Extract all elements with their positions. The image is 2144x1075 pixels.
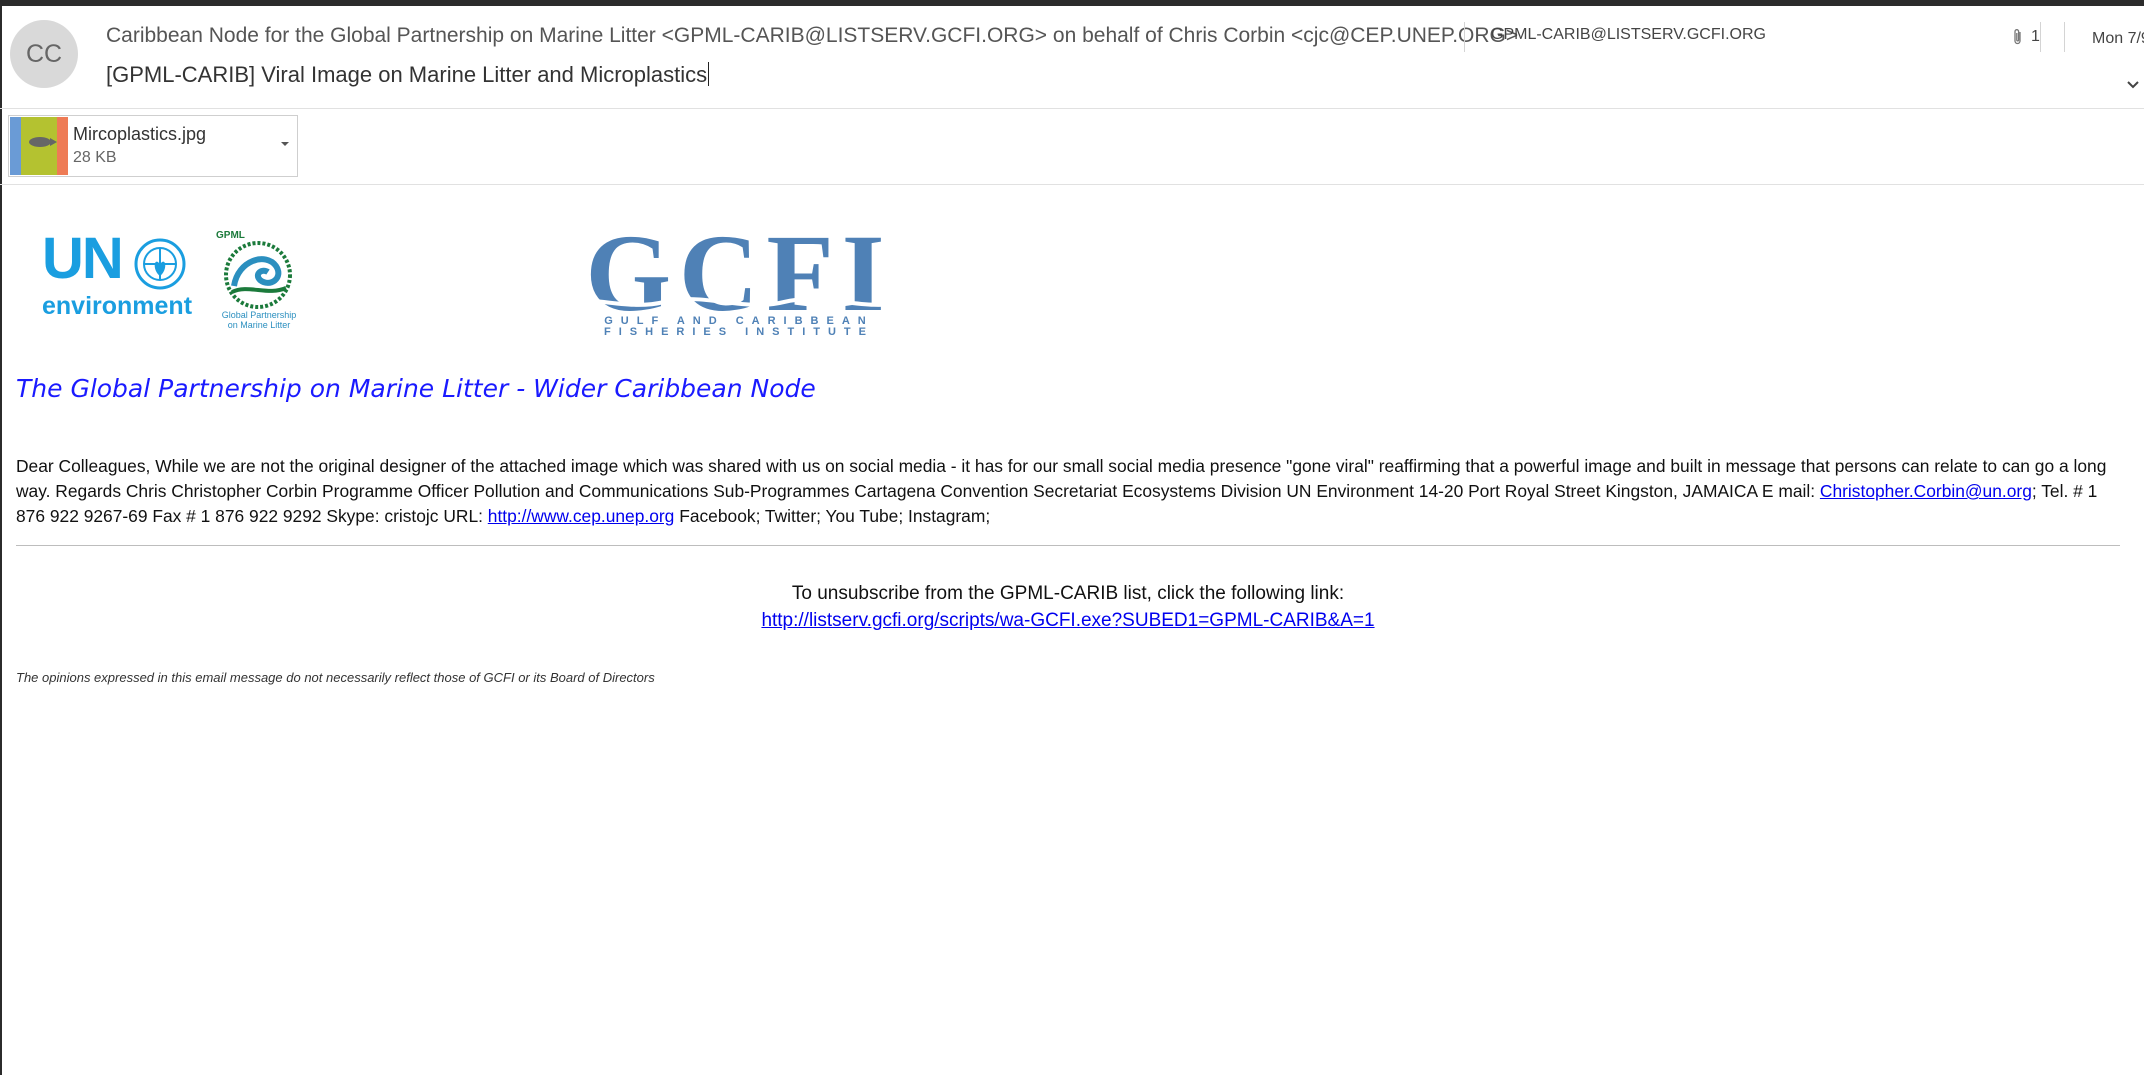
un-environment-logo: UN environment	[42, 230, 192, 330]
attachment-count[interactable]: 1	[2011, 28, 2040, 46]
message-body: Dear Colleagues, While we are not the or…	[16, 454, 2116, 529]
unsubscribe-link-line: http://listserv.gcfi.org/scripts/wa-GCFI…	[0, 610, 2136, 632]
body-text-part1: Dear Colleagues, While we are not the or…	[16, 456, 2107, 501]
attachment-size: 28 KB	[73, 149, 117, 166]
un-logo-text: UN	[42, 226, 124, 291]
newsletter-title: The Global Partnership on Marine Litter …	[16, 374, 816, 403]
logo-banner: UN environment GPML Global Partnership o…	[0, 218, 1000, 340]
un-environment-text: environment	[42, 292, 193, 320]
chevron-down-icon[interactable]	[2126, 80, 2140, 90]
website-link[interactable]: http://www.cep.unep.org	[488, 506, 675, 526]
header-divider	[1464, 22, 1465, 52]
gpml-caption: Global Partnership on Marine Litter	[221, 310, 297, 330]
attachment-thumbnail	[10, 117, 68, 175]
recipient-line[interactable]: GPML-CARIB@LISTSERV.GCFI.ORG	[1491, 26, 1766, 44]
gpml-logo: GPML Global Partnership on Marine Litter	[214, 230, 302, 330]
sender-avatar[interactable]: CC	[10, 20, 78, 88]
sender-line[interactable]: Caribbean Node for the Global Partnershi…	[106, 24, 1518, 48]
unsubscribe-text: To unsubscribe from the GPML-CARIB list,…	[791, 583, 1345, 604]
gpml-wave-icon	[224, 241, 292, 309]
paperclip-icon	[2014, 29, 2021, 45]
attachment-dropdown-icon[interactable]	[280, 140, 290, 148]
gcfi-logo: GCFI GULF AND CARIBBEAN FISHERIES INSTIT…	[544, 218, 934, 338]
attachments-bar: Mircoplastics.jpg 28 KB	[0, 109, 2144, 185]
email-link[interactable]: Christopher.Corbin@un.org	[1820, 481, 2032, 501]
subject-text: [GPML-CARIB] Viral Image on Marine Litte…	[106, 62, 708, 87]
text-caret	[708, 62, 710, 86]
horizontal-divider	[16, 545, 2120, 546]
received-date: Mon 7/9	[2092, 30, 2144, 47]
disclaimer-text: The opinions expressed in this email mes…	[16, 670, 655, 685]
subject-line: [GPML-CARIB] Viral Image on Marine Litte…	[106, 62, 710, 88]
gcfi-wave-icon	[544, 297, 934, 307]
un-emblem-icon	[134, 238, 186, 290]
attachment-count-value: 1	[2031, 28, 2040, 45]
attachment-filename: Mircoplastics.jpg	[73, 124, 207, 144]
unsubscribe-link[interactable]: http://listserv.gcfi.org/scripts/wa-GCFI…	[761, 610, 1374, 631]
attachment-card[interactable]: Mircoplastics.jpg 28 KB	[8, 115, 298, 177]
gcfi-caption: GULF AND CARIBBEAN FISHERIES INSTITUTE	[604, 315, 874, 338]
body-text-part3: Facebook; Twitter; You Tube; Instagram;	[674, 506, 991, 526]
header-divider	[2040, 22, 2041, 52]
message-header: CC Caribbean Node for the Global Partner…	[0, 6, 2144, 109]
header-divider	[2064, 22, 2065, 52]
